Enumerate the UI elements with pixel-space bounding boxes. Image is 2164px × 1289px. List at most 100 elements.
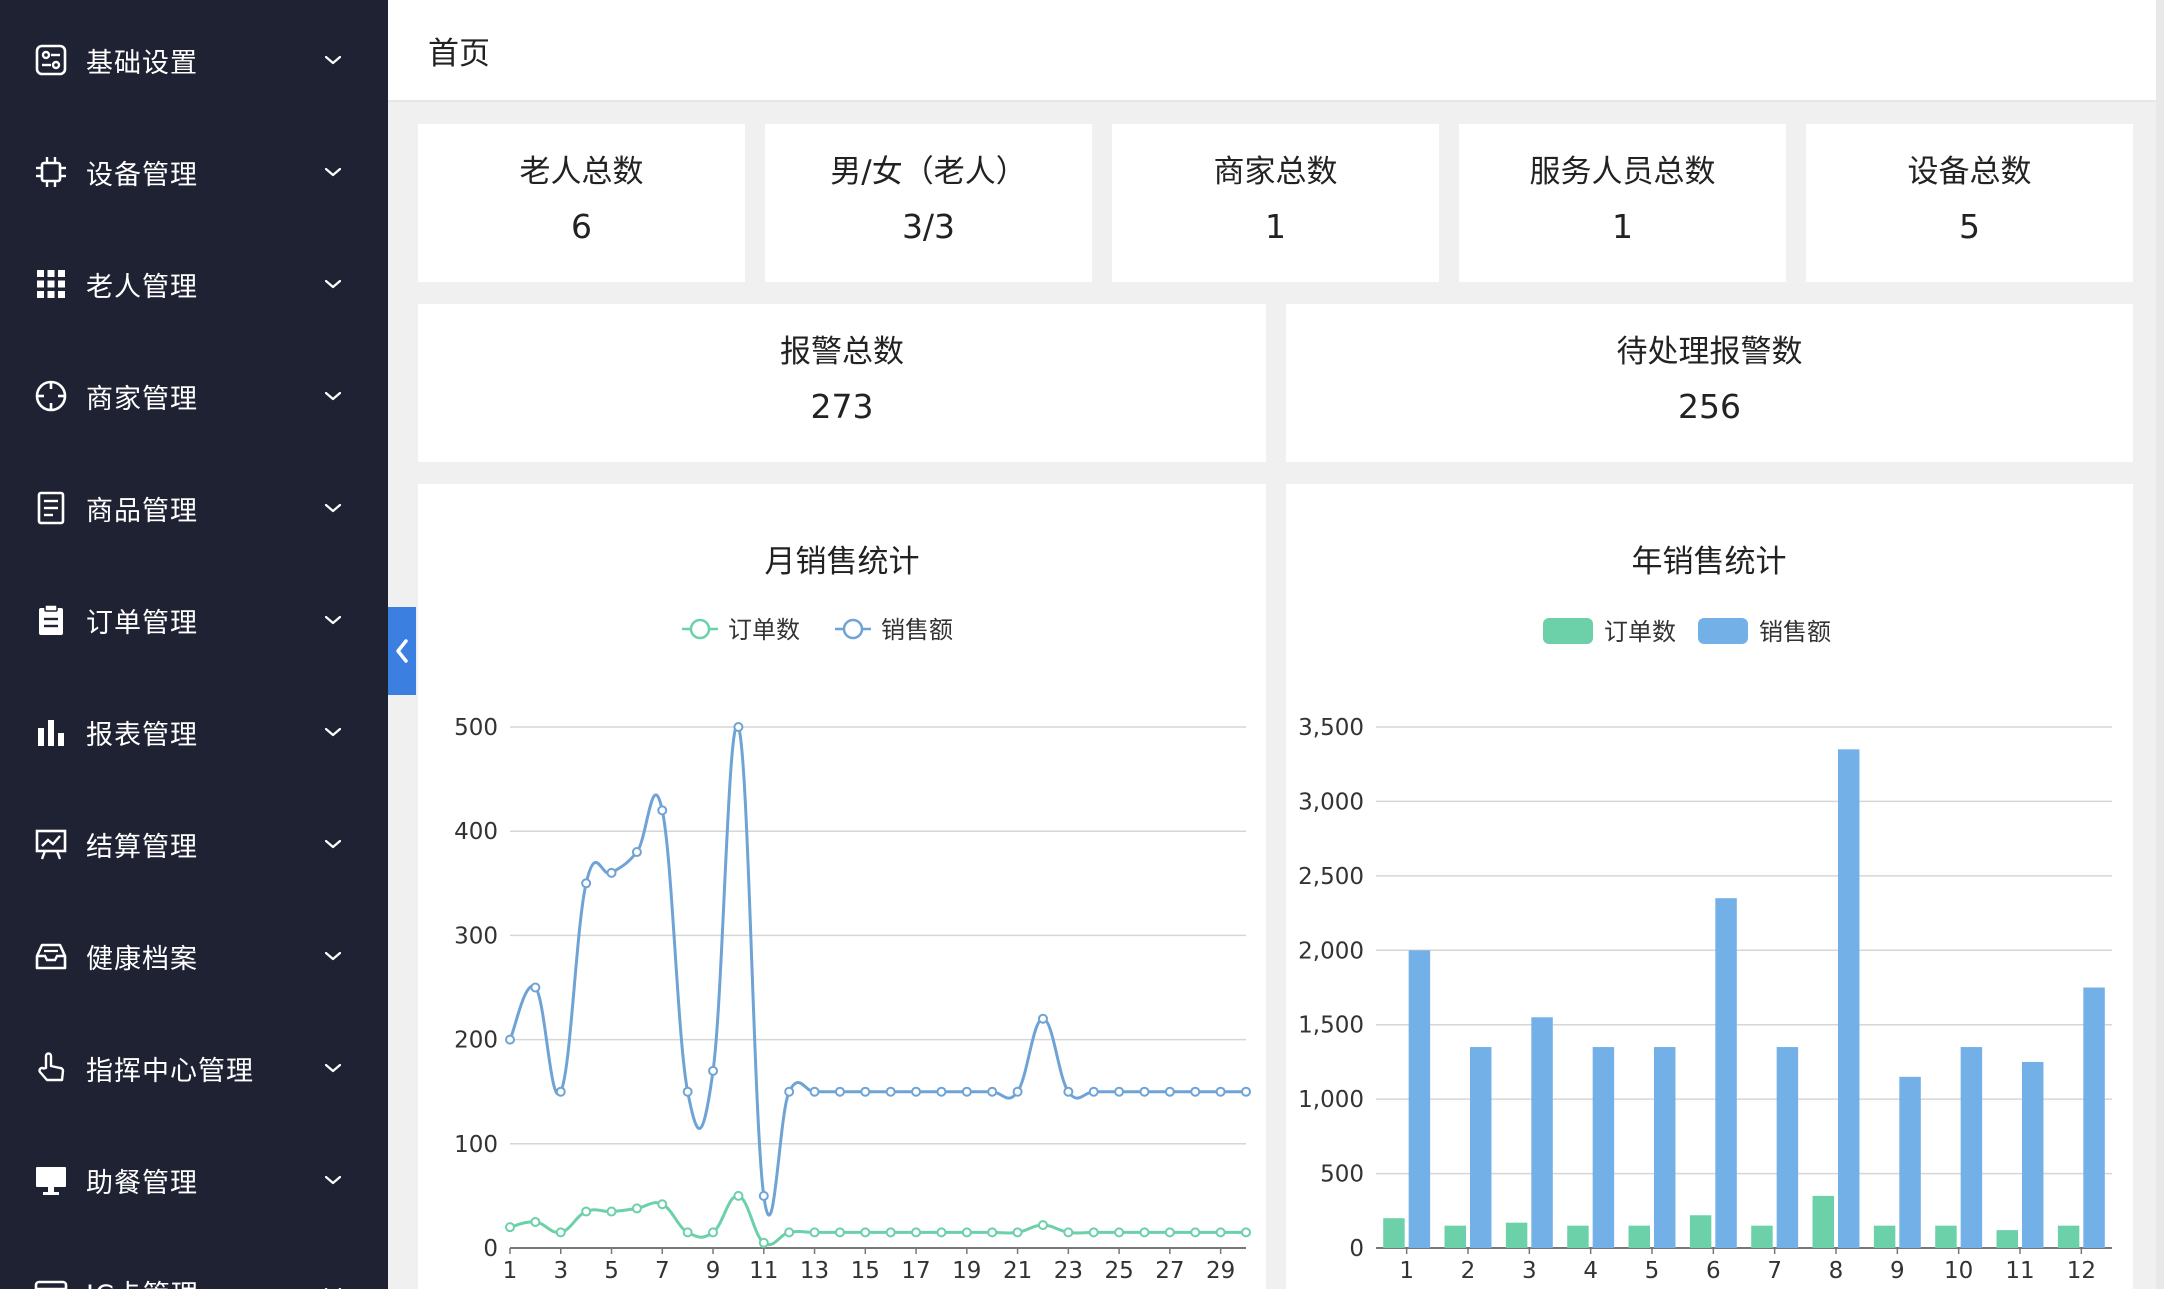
x-tick-label: 27 [1155, 1258, 1184, 1284]
data-point [606, 1206, 617, 1217]
chevron-down-icon [322, 273, 344, 295]
data-point [1063, 1086, 1074, 1097]
data-point [758, 1190, 769, 1201]
data-point [505, 1222, 515, 1233]
sidebar-item-5[interactable]: 商品管理 [0, 452, 388, 564]
sidebar-item-4[interactable]: 商家管理 [0, 340, 388, 452]
sidebar-item-10[interactable]: 指挥中心管理 [0, 1012, 388, 1124]
chart-title: 月销售统计 [765, 544, 920, 580]
data-point [1037, 1220, 1048, 1231]
y-tick-label: 500 [1320, 1162, 1364, 1188]
sidebar-item-1[interactable]: 基础设置 [0, 4, 388, 116]
bar-orders [1628, 1225, 1650, 1248]
stat-card-alarm-total: 报警总数 273 [418, 304, 1266, 462]
data-point [530, 1216, 541, 1227]
yearly-sales-chart-panel: 年销售统计 订单数 销售额 0 500 1,000 1,500 2,000 2,500 3,000… [1286, 484, 2133, 1289]
bar-sales [1654, 1047, 1676, 1248]
sidebar-item-9[interactable]: 健康档案 [0, 900, 388, 1012]
stat-label: 报警总数 [780, 334, 904, 370]
series-line-sales [508, 724, 1246, 1217]
monthly-sales-chart-panel: 月销售统计 订单数 销售额 0 100 200 300 400 500 1 3 5 7 9 11 13 15 17… [418, 484, 1266, 1289]
data-point [631, 1203, 642, 1214]
data-point [1037, 1013, 1048, 1024]
bar-orders [2057, 1225, 2080, 1248]
sidebar-item-12[interactable]: IC卡管理 [0, 1236, 388, 1289]
stat-label: 设备总数 [1907, 154, 2032, 190]
x-tick-label: 5 [1645, 1258, 1660, 1284]
bar-orders [1751, 1225, 1773, 1248]
bar-orders [1383, 1218, 1405, 1248]
page-scrollbar[interactable] [2156, 0, 2164, 1289]
x-tick-label: 1 [503, 1258, 518, 1284]
legend-circle-marker [842, 618, 864, 640]
stat-label: 商家总数 [1213, 154, 1338, 190]
x-tick-label: 2 [1461, 1258, 1476, 1284]
monthly-sales-line-chart: 月销售统计订单数 销售额01002003004005001 3 5 7 9 11 13 15 17… [454, 544, 1251, 1284]
bar-orders [1689, 1215, 1712, 1248]
x-tick-label: 23 [1054, 1258, 1083, 1284]
data-point [682, 1086, 693, 1097]
bar-sales [2022, 1061, 2044, 1248]
sidebar-item-label: 订单管理 [86, 607, 198, 639]
sidebar-collapse-button[interactable] [388, 607, 416, 695]
x-tick-label: 7 [655, 1258, 670, 1284]
data-point [758, 1237, 769, 1248]
x-tick-label: 9 [1890, 1258, 1905, 1284]
data-point [1063, 1227, 1074, 1238]
data-point [733, 722, 744, 732]
x-tick-label: 19 [952, 1258, 981, 1284]
data-point [657, 1199, 668, 1210]
data-point [1215, 1086, 1226, 1097]
sidebar-item-8[interactable]: 结算管理 [0, 788, 388, 900]
y-tick-label: 1,500 [1298, 1013, 1364, 1039]
presentation-chart-icon [33, 826, 69, 862]
data-point [733, 1190, 744, 1201]
chip-icon [33, 154, 69, 190]
data-point [1012, 1227, 1023, 1238]
settings-panel-icon [33, 42, 69, 78]
x-tick-label: 11 [2005, 1258, 2034, 1284]
x-tick-label: 12 [2067, 1258, 2096, 1284]
sidebar-item-6[interactable]: 订单管理 [0, 564, 388, 676]
data-point [911, 1227, 922, 1238]
bar-sales [1470, 1047, 1492, 1248]
bar-sales [1776, 1047, 1799, 1248]
y-tick-label: 500 [454, 715, 498, 741]
sidebar-item-label: 老人管理 [86, 271, 198, 303]
x-tick-label: 9 [706, 1258, 721, 1284]
x-tick-label: 6 [1706, 1258, 1721, 1284]
chevron-down-icon [322, 609, 344, 631]
x-tick-label: 8 [1829, 1258, 1844, 1284]
hand-pointer-icon [33, 1050, 69, 1086]
x-tick-label: 11 [749, 1258, 778, 1284]
y-tick-label: 2,000 [1298, 938, 1364, 964]
sidebar-item-2[interactable]: 设备管理 [0, 116, 388, 228]
data-point [1164, 1086, 1175, 1097]
stat-value: 5 [1959, 207, 1980, 246]
y-tick-label: 0 [1349, 1236, 1364, 1262]
x-tick-label: 3 [553, 1258, 568, 1284]
data-point [936, 1227, 947, 1238]
bar-chart-icon [33, 714, 69, 750]
stat-card-device-total: 设备总数 5 [1806, 124, 2133, 282]
sidebar-item-7[interactable]: 报表管理 [0, 676, 388, 788]
chevron-down-icon [322, 497, 344, 519]
data-point [834, 1086, 845, 1097]
data-point [860, 1227, 871, 1238]
data-point [682, 1227, 693, 1238]
chevron-down-icon [322, 1281, 344, 1289]
card-icon [33, 1274, 69, 1289]
y-tick-label: 3,500 [1298, 715, 1364, 741]
sidebar-item-11[interactable]: 助餐管理 [0, 1124, 388, 1236]
sidebar-item-3[interactable]: 老人管理 [0, 228, 388, 340]
data-point [1139, 1086, 1150, 1097]
x-tick-label: 7 [1767, 1258, 1782, 1284]
y-tick-label: 100 [454, 1132, 498, 1158]
data-point [1164, 1227, 1175, 1238]
chevron-down-icon [322, 721, 344, 743]
data-point [555, 1227, 566, 1238]
data-point [1114, 1227, 1125, 1238]
y-tick-label: 0 [483, 1236, 498, 1262]
chevron-down-icon [322, 1057, 344, 1079]
data-point [1114, 1086, 1125, 1097]
